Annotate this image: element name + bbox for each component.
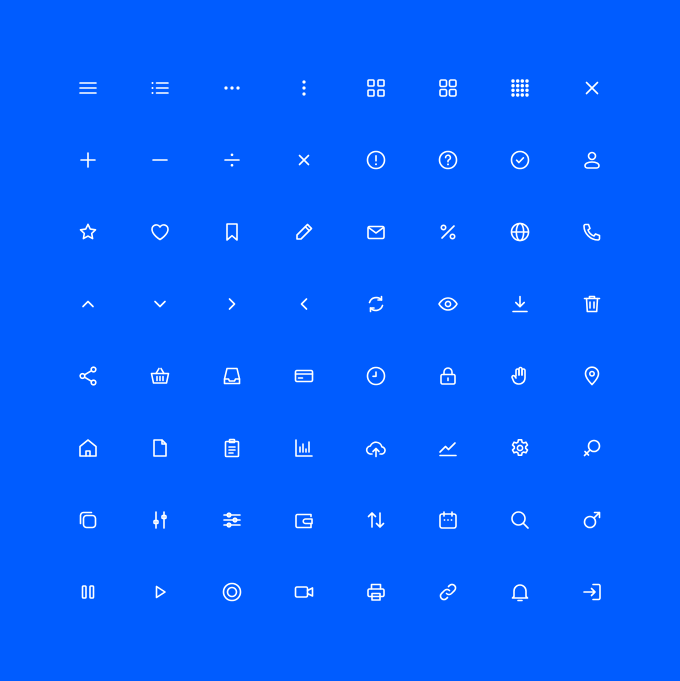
bookmark-icon <box>220 220 244 244</box>
female-icon <box>580 436 604 460</box>
star-icon <box>76 220 100 244</box>
grid-four-rounded-icon <box>364 76 388 100</box>
bar-chart-icon <box>292 436 316 460</box>
globe-icon <box>508 220 532 244</box>
trash-icon <box>580 292 604 316</box>
bell-icon <box>508 580 532 604</box>
copy-icon <box>76 508 100 532</box>
horizontal-dots-icon <box>220 76 244 100</box>
chevron-up-icon <box>76 292 100 316</box>
sort-arrows-icon <box>364 508 388 532</box>
hand-icon <box>508 364 532 388</box>
share-icon <box>76 364 100 388</box>
clipboard-icon <box>220 436 244 460</box>
close-icon <box>580 76 604 100</box>
plus-icon <box>76 148 100 172</box>
alert-circle-icon <box>364 148 388 172</box>
grid-four-square-icon <box>436 76 460 100</box>
minus-icon <box>148 148 172 172</box>
help-circle-icon <box>436 148 460 172</box>
map-pin-icon <box>580 364 604 388</box>
calendar-icon <box>436 508 460 532</box>
clock-icon <box>364 364 388 388</box>
icon-sheet <box>0 0 680 681</box>
bullet-list-icon <box>148 76 172 100</box>
inbox-icon <box>220 364 244 388</box>
trend-chart-icon <box>436 436 460 460</box>
grid-dots-icon <box>508 76 532 100</box>
pause-icon <box>76 580 100 604</box>
heart-icon <box>148 220 172 244</box>
percent-icon <box>436 220 460 244</box>
video-camera-icon <box>292 580 316 604</box>
home-icon <box>76 436 100 460</box>
sliders-horizontal-icon <box>220 508 244 532</box>
user-icon <box>580 148 604 172</box>
male-icon <box>580 508 604 532</box>
link-icon <box>436 580 460 604</box>
printer-icon <box>364 580 388 604</box>
basket-icon <box>148 364 172 388</box>
credit-card-icon <box>292 364 316 388</box>
chevron-right-icon <box>220 292 244 316</box>
download-icon <box>508 292 532 316</box>
mail-icon <box>364 220 388 244</box>
record-icon <box>220 580 244 604</box>
check-circle-icon <box>508 148 532 172</box>
search-icon <box>508 508 532 532</box>
eye-icon <box>436 292 460 316</box>
hamburger-menu-icon <box>76 76 100 100</box>
settings-icon <box>508 436 532 460</box>
sliders-vertical-icon <box>148 508 172 532</box>
log-in-icon <box>580 580 604 604</box>
lock-icon <box>436 364 460 388</box>
wallet-icon <box>292 508 316 532</box>
vertical-dots-icon <box>292 76 316 100</box>
divide-icon <box>220 148 244 172</box>
chevron-left-icon <box>292 292 316 316</box>
cloud-upload-icon <box>364 436 388 460</box>
pencil-icon <box>292 220 316 244</box>
phone-icon <box>580 220 604 244</box>
multiply-icon <box>292 148 316 172</box>
chevron-down-icon <box>148 292 172 316</box>
play-icon <box>148 580 172 604</box>
file-icon <box>148 436 172 460</box>
refresh-icon <box>364 292 388 316</box>
